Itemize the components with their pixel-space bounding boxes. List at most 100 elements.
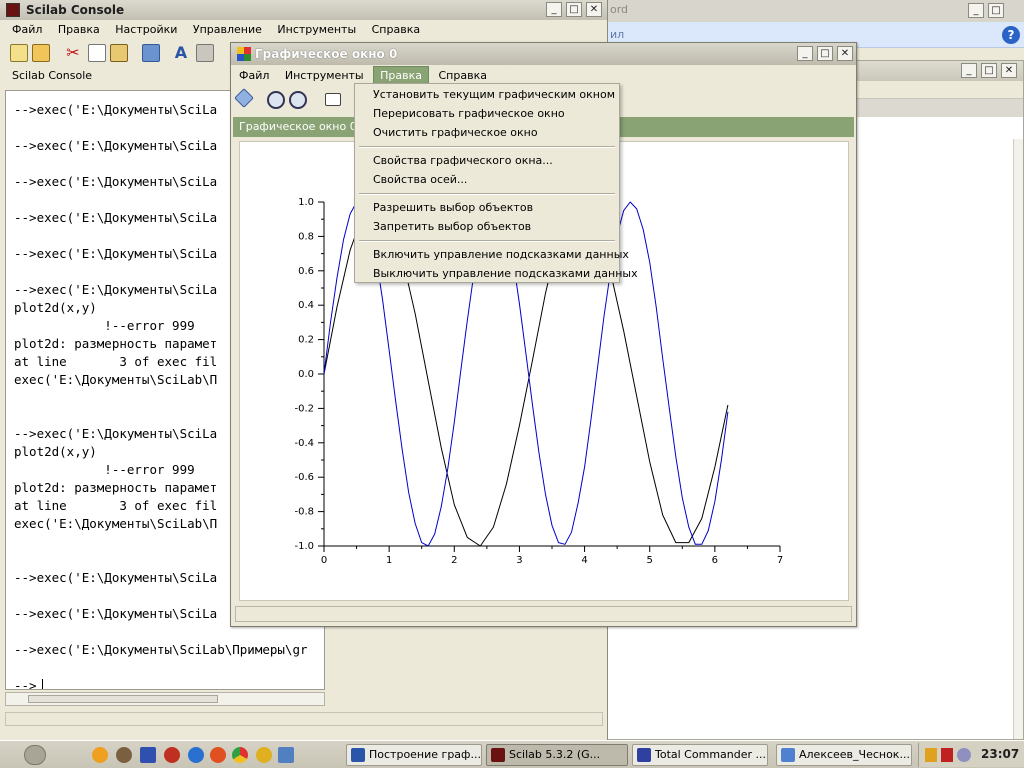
console-scroll-thumb[interactable] bbox=[28, 695, 218, 703]
y-tick-label: 0.8 bbox=[298, 231, 314, 242]
menu-item-enable-selection[interactable]: Разрешить выбор объектов bbox=[373, 201, 533, 214]
taskbar-label: Scilab 5.3.2 (G... bbox=[509, 748, 601, 761]
y-tick-label: -0.8 bbox=[294, 507, 314, 518]
menu-separator bbox=[359, 193, 615, 195]
taskbar-label: Total Commander ... bbox=[655, 748, 766, 761]
tray-antivirus-icon[interactable] bbox=[941, 748, 953, 762]
console-minimize-button[interactable]: _ bbox=[546, 2, 562, 17]
y-tick-label: 1.0 bbox=[298, 197, 314, 208]
menu-item-redraw-window[interactable]: Перерисовать графическое окно bbox=[373, 107, 565, 120]
taskbar-button-total-commander[interactable]: Total Commander ... bbox=[632, 744, 768, 766]
font-icon[interactable]: A bbox=[172, 44, 190, 62]
graphics-menu-file[interactable]: Файл bbox=[233, 67, 275, 84]
console-line: -->exec('E:\Документы\SciLa bbox=[14, 138, 218, 153]
document-icon bbox=[781, 748, 795, 762]
console-line: -->exec('E:\Документы\SciLa bbox=[14, 570, 218, 585]
x-tick-label: 1 bbox=[386, 555, 392, 566]
quicklaunch-network-icon[interactable] bbox=[278, 747, 294, 763]
copy-icon[interactable] bbox=[88, 44, 106, 62]
console-menubar: Файл Правка Настройки Управление Инструм… bbox=[6, 21, 426, 38]
graphics-minimize-button[interactable]: _ bbox=[797, 46, 813, 61]
console-close-button[interactable]: ✕ bbox=[586, 2, 602, 17]
console-line: plot2d: размерность парамет bbox=[14, 480, 218, 495]
unzoom-icon[interactable] bbox=[289, 91, 307, 109]
scilab-icon bbox=[491, 748, 505, 762]
console-line: -->exec('E:\Документы\SciLab\Примеры\gr bbox=[14, 642, 308, 657]
console-line: !--error 999 bbox=[14, 318, 195, 333]
console-line: !--error 999 bbox=[14, 462, 195, 477]
menu-item-axes-properties[interactable]: Свойства осей... bbox=[373, 173, 467, 186]
inner-minimize-button[interactable]: _ bbox=[961, 63, 977, 78]
graphics-window-icon bbox=[237, 47, 251, 61]
print-icon[interactable] bbox=[196, 44, 214, 62]
quicklaunch-save-icon[interactable] bbox=[140, 747, 156, 763]
total-commander-icon bbox=[637, 748, 651, 762]
menu-item-set-current-window[interactable]: Установить текущим графическим окном bbox=[373, 88, 615, 101]
datatip-icon[interactable] bbox=[325, 93, 341, 106]
taskbar: Построение граф... Scilab 5.3.2 (G... To… bbox=[0, 740, 1024, 768]
x-tick-label: 7 bbox=[777, 555, 783, 566]
graphics-menu-tools[interactable]: Инструменты bbox=[279, 67, 370, 84]
text-cursor bbox=[42, 679, 43, 689]
quicklaunch-warning-icon[interactable] bbox=[256, 747, 272, 763]
paste-icon[interactable] bbox=[110, 44, 128, 62]
background-maximize-button[interactable]: □ bbox=[988, 3, 1004, 18]
taskbar-button-scilab[interactable]: Scilab 5.3.2 (G... bbox=[486, 744, 628, 766]
menu-separator bbox=[359, 240, 615, 242]
menu-item-figure-properties[interactable]: Свойства графического окна... bbox=[373, 154, 553, 167]
graphics-close-button[interactable]: ✕ bbox=[837, 46, 853, 61]
inner-dock-scrollbar[interactable] bbox=[1013, 139, 1023, 739]
menu-item-clear-window[interactable]: Очистить графическое окно bbox=[373, 126, 538, 139]
menu-item-disable-selection[interactable]: Запретить выбор объектов bbox=[373, 220, 531, 233]
zoom-icon[interactable] bbox=[267, 91, 285, 109]
console-menu-help[interactable]: Справка bbox=[366, 21, 426, 38]
menu-item-enable-datatips[interactable]: Включить управление подсказками данных bbox=[373, 248, 629, 261]
inner-maximize-button[interactable]: □ bbox=[981, 63, 997, 78]
x-tick-label: 2 bbox=[451, 555, 457, 566]
console-line: at line 3 of exec fil bbox=[14, 354, 218, 369]
console-menu-edit[interactable]: Правка bbox=[52, 21, 106, 38]
x-tick-label: 4 bbox=[581, 555, 587, 566]
console-line: -->exec('E:\Документы\SciLa bbox=[14, 174, 218, 189]
graphics-maximize-button[interactable]: □ bbox=[817, 46, 833, 61]
console-line: -->exec('E:\Документы\SciLa bbox=[14, 210, 218, 225]
quicklaunch-firefox-icon[interactable] bbox=[92, 747, 108, 763]
graphics-title: Графическое окно 0 bbox=[255, 47, 398, 61]
console-menu-tools[interactable]: Инструменты bbox=[271, 21, 362, 38]
new-file-icon[interactable] bbox=[10, 44, 28, 62]
quicklaunch-media-icon[interactable] bbox=[164, 747, 180, 763]
taskbar-button-plot-doc[interactable]: Построение граф... bbox=[346, 744, 482, 766]
rotate-icon[interactable] bbox=[234, 88, 254, 108]
tray-network-icon[interactable] bbox=[957, 748, 971, 762]
console-menu-preferences[interactable]: Настройки bbox=[109, 21, 183, 38]
console-menu-file[interactable]: Файл bbox=[6, 21, 48, 38]
browse-folder-icon[interactable] bbox=[142, 44, 160, 62]
background-minimize-button[interactable]: _ bbox=[968, 3, 984, 18]
console-menu-control[interactable]: Управление bbox=[187, 21, 268, 38]
console-line: at line 3 of exec fil bbox=[14, 498, 218, 513]
y-tick-label: 0.2 bbox=[298, 335, 314, 346]
console-maximize-button[interactable]: □ bbox=[566, 2, 582, 17]
menu-item-disable-datatips[interactable]: Выключить управление подсказками данных bbox=[373, 267, 638, 280]
quicklaunch-ie-icon[interactable] bbox=[188, 747, 204, 763]
console-horizontal-scrollbar[interactable] bbox=[5, 692, 325, 706]
graphics-menu-help[interactable]: Справка bbox=[432, 67, 492, 84]
inner-close-button[interactable]: ✕ bbox=[1001, 63, 1017, 78]
y-tick-label: 0.0 bbox=[298, 369, 314, 380]
taskbar-button-document[interactable]: Алексеев_Чеснок... bbox=[776, 744, 912, 766]
help-icon[interactable]: ? bbox=[1002, 26, 1020, 44]
quicklaunch-chrome-icon[interactable] bbox=[232, 747, 248, 763]
open-folder-icon[interactable] bbox=[32, 44, 50, 62]
console-line: -->exec('E:\Документы\SciLa bbox=[14, 426, 218, 441]
taskbar-label: Алексеев_Чеснок... bbox=[799, 748, 910, 761]
taskbar-label: Построение граф... bbox=[369, 748, 481, 761]
quicklaunch-app-icon[interactable] bbox=[116, 747, 132, 763]
graphics-titlebar: Графическое окно 0 _ □ ✕ bbox=[231, 43, 856, 65]
graphics-statusbar bbox=[235, 606, 852, 622]
cut-icon[interactable]: ✂ bbox=[64, 44, 82, 62]
console-line: -->exec('E:\Документы\SciLa bbox=[14, 282, 218, 297]
tray-language-icon[interactable] bbox=[925, 748, 937, 762]
quicklaunch-opera-icon[interactable] bbox=[210, 747, 226, 763]
console-line: -->exec('E:\Документы\SciLa bbox=[14, 102, 218, 117]
start-button[interactable] bbox=[24, 745, 46, 765]
